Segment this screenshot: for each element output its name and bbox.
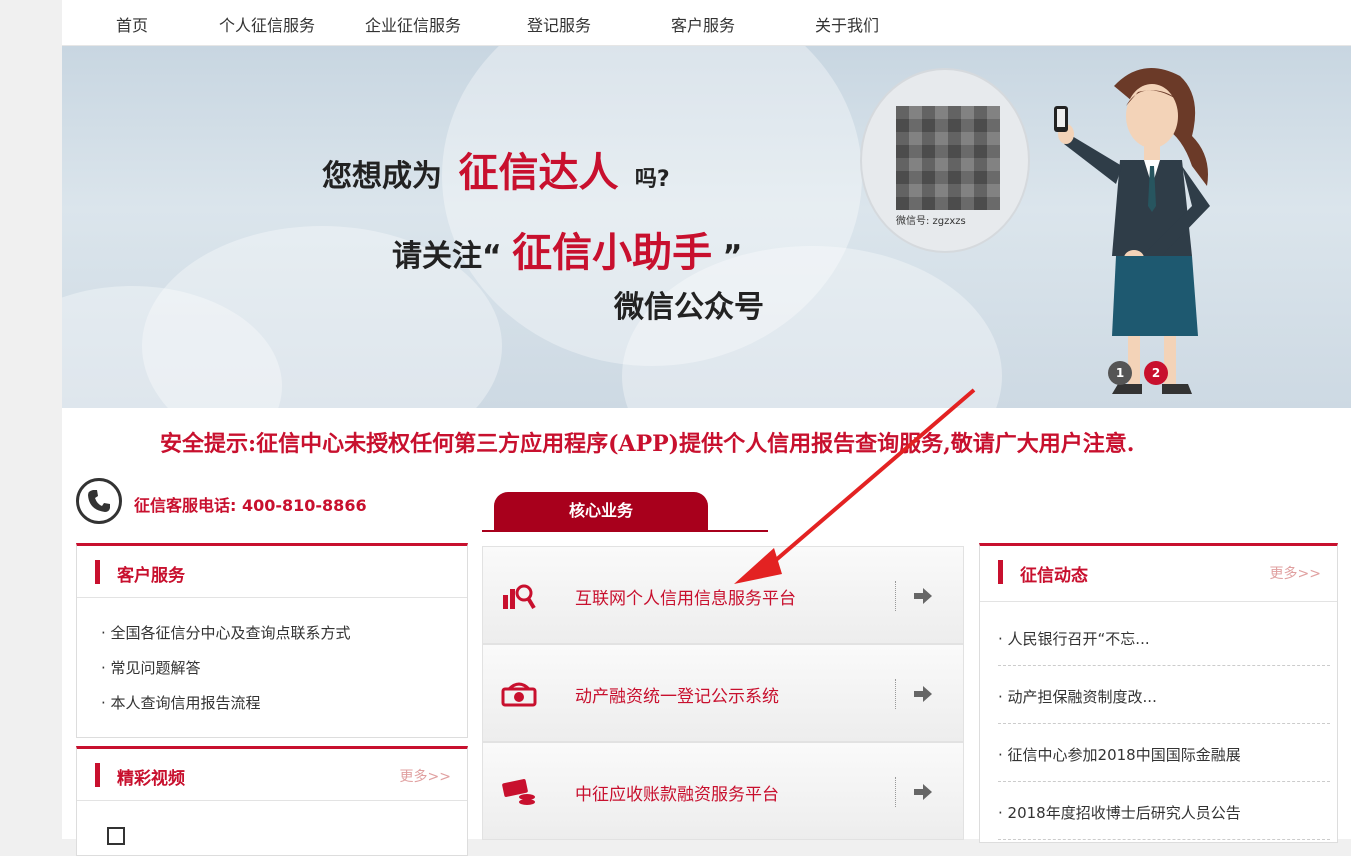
news-text: · 人民银行召开“不忘... [998, 630, 1150, 648]
woman-illustration [1054, 68, 1210, 394]
customer-service-title: 客户服务 [117, 566, 185, 586]
news-item[interactable]: · 动产担保融资制度改... [998, 666, 1330, 724]
box-header: 征信动态 更多>> [980, 546, 1337, 602]
news-text: · 征信中心参加2018中国国际金融展 [998, 746, 1241, 764]
banner-text: 您想成为 [322, 159, 442, 194]
box-header: 客户服务 [77, 546, 467, 598]
separator [895, 581, 896, 611]
carousel-dot-2[interactable]: 2 [1144, 361, 1168, 385]
carousel-dot-1[interactable]: 1 [1108, 361, 1132, 385]
list-item[interactable]: · 全国各征信分中心及查询点联系方式 [101, 622, 351, 643]
qr-code-image [896, 106, 1000, 210]
news-text: · 2018年度招收博士后研究人员公告 [998, 804, 1241, 822]
phone-icon [76, 478, 122, 524]
videos-title: 精彩视频 [117, 769, 185, 789]
news-item[interactable]: · 人民银行召开“不忘... [998, 608, 1330, 666]
chart-search-icon [503, 584, 536, 610]
news-title: 征信动态 [1020, 566, 1088, 586]
customer-service-box: 客户服务 · 全国各征信分中心及查询点联系方式 · 常见问题解答 · 本人查询信… [76, 543, 468, 738]
security-notice: 安全提示:征信中心未授权任何第三方应用程序(APP)提供个人信用报告查询服务,敬… [160, 431, 1135, 457]
banner[interactable]: 您想成为 征信达人 吗? 请关注“ 征信小助手 ” 微信公众号 微信号: zgz… [62, 46, 1351, 408]
page: 首页 个人征信服务 企业征信服务 登记服务 客户服务 关于我们 您想成为 征信达… [62, 0, 1351, 856]
arrow-right-icon [914, 588, 932, 604]
card-coins-icon [502, 779, 535, 805]
header-bar [95, 560, 100, 584]
banner-text: 请关注“ [392, 239, 502, 274]
banner-text: ” [722, 239, 743, 274]
news-box: 征信动态 更多>> · 人民银行召开“不忘... · 动产担保融资制度改... … [979, 543, 1338, 843]
arrow-right-icon [914, 686, 932, 702]
news-more-link[interactable]: 更多>> [1270, 563, 1321, 583]
qr-label: 微信号: zgzxzs [896, 216, 966, 227]
service-credit-info-platform[interactable]: 互联网个人信用信息服务平台 [482, 546, 964, 644]
banner-line-1: 您想成为 征信达人 吗? [322, 140, 670, 198]
video-box: 精彩视频 更多>> [76, 746, 468, 856]
list-item[interactable]: · 常见问题解答 [101, 657, 201, 678]
hotline-text: 征信客服电话: 400-810-8866 [134, 496, 367, 515]
separator [895, 777, 896, 807]
tab-core-business[interactable]: 核心业务 [494, 492, 708, 530]
nav-about-us[interactable]: 关于我们 [815, 12, 879, 36]
news-text: · 动产担保融资制度改... [998, 688, 1157, 706]
nav-personal-credit[interactable]: 个人征信服务 [219, 12, 315, 36]
arrow-right-icon [914, 784, 932, 800]
top-nav: 首页 个人征信服务 企业征信服务 登记服务 客户服务 关于我们 [62, 0, 1351, 46]
nav-customer-service[interactable]: 客户服务 [671, 12, 735, 36]
nav-home[interactable]: 首页 [116, 12, 148, 36]
box-header: 精彩视频 更多>> [77, 749, 467, 801]
header-bar [998, 560, 1003, 584]
service-receivables-financing[interactable]: 中征应收账款融资服务平台 [482, 742, 964, 840]
nav-registration[interactable]: 登记服务 [527, 12, 591, 36]
banner-line-3: 微信公众号 [614, 290, 764, 325]
service-movable-asset-registry[interactable]: 动产融资统一登记公示系统 [482, 644, 964, 742]
videos-more-link[interactable]: 更多>> [400, 766, 451, 786]
separator [895, 679, 896, 709]
service-label: 动产融资统一登记公示系统 [575, 687, 779, 707]
broken-image-icon [107, 827, 125, 845]
banner-text: 吗? [634, 167, 670, 192]
header-bar [95, 763, 100, 787]
banner-line-2: 请关注“ 征信小助手 ” [392, 220, 742, 278]
nav-enterprise-credit[interactable]: 企业征信服务 [365, 12, 461, 36]
banner-highlight: 征信达人 [458, 150, 619, 196]
news-item[interactable]: · 2018年度招收博士后研究人员公告 [998, 782, 1330, 840]
service-label: 中征应收账款融资服务平台 [575, 785, 779, 805]
banner-highlight: 征信小助手 [512, 230, 713, 276]
core-tab-underline [482, 530, 768, 532]
qr-bubble: 微信号: zgzxzs [860, 68, 1030, 253]
news-item[interactable]: · 征信中心参加2018中国国际金融展 [998, 724, 1330, 782]
service-label: 互联网个人信用信息服务平台 [575, 589, 796, 609]
list-item[interactable]: · 本人查询信用报告流程 [101, 692, 261, 713]
money-icon [501, 682, 537, 707]
